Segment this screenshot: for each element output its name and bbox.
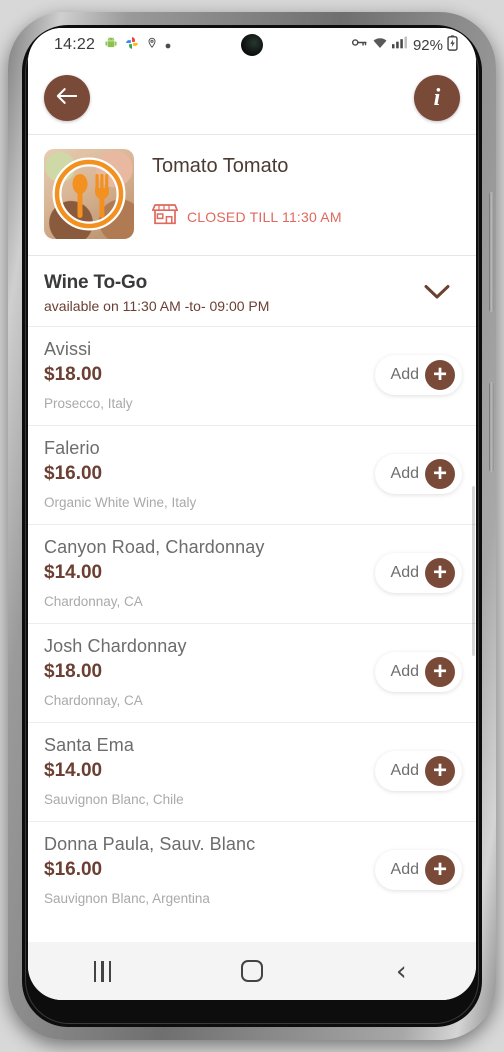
phone-screenshot: 14:22 92% i Tomato Tomato CLOSED TILL 11… [0, 0, 504, 1052]
category-title: Wine To-Go [44, 272, 148, 293]
menu-item[interactable]: Josh Chardonnay $18.00 Chardonnay, CA Ad… [28, 623, 476, 722]
menu-item-description: Sauvignon Blanc, Chile [44, 792, 184, 807]
menu-item-name: Josh Chardonnay [44, 636, 187, 656]
menu-item[interactable]: Donna Paula, Sauv. Blanc $16.00 Sauvigno… [28, 821, 476, 920]
restaurant-info: Tomato Tomato CLOSED TILL 11:30 AM [151, 149, 460, 239]
category-subtitle: available on 11:30 AM -to- 09:00 PM [44, 298, 270, 314]
add-button[interactable]: Add + [374, 751, 462, 791]
add-button-label: Add [390, 366, 419, 383]
top-action-bar: i [28, 62, 476, 134]
phone-screen: 14:22 92% i Tomato Tomato CLOSED TILL 11… [28, 28, 476, 1000]
add-button-label: Add [390, 564, 419, 581]
menu-list: Wine To-Go available on 11:30 AM -to- 09… [28, 256, 476, 920]
battery-charging-icon [447, 34, 458, 56]
add-button-label: Add [390, 663, 419, 680]
info-button[interactable]: i [414, 75, 460, 121]
battery-percent: 92% [412, 36, 443, 54]
restaurant-logo [44, 149, 134, 239]
category-texts: Wine To-Go available on 11:30 AM -to- 09… [44, 272, 424, 314]
menu-item-price: $14.00 [44, 760, 103, 781]
volume-button[interactable] [489, 192, 494, 312]
photos-icon [125, 36, 139, 55]
menu-item[interactable]: Avissi $18.00 Prosecco, Italy Add + [28, 326, 476, 425]
menu-item-name: Canyon Road, Chardonnay [44, 537, 265, 557]
menu-item-texts: Donna Paula, Sauv. Blanc $16.00 Sauvigno… [44, 834, 375, 906]
home-button[interactable] [217, 960, 287, 982]
android-nav-bar: ‹ [28, 942, 476, 1000]
menu-item-name: Avissi [44, 339, 92, 359]
category-header[interactable]: Wine To-Go available on 11:30 AM -to- 09… [28, 256, 476, 326]
menu-item-description: Chardonnay, CA [44, 693, 143, 708]
menu-item-price: $18.00 [44, 364, 103, 385]
add-button[interactable]: Add + [374, 652, 462, 692]
menu-item-name: Donna Paula, Sauv. Blanc [44, 834, 256, 854]
plus-icon[interactable]: + [425, 360, 455, 390]
chevron-down-icon[interactable] [424, 284, 450, 305]
status-right-icons: 92% [351, 34, 458, 56]
menu-item-price: $18.00 [44, 661, 103, 682]
restaurant-status-text: CLOSED TILL 11:30 AM [187, 208, 342, 225]
scrollbar-thumb[interactable] [472, 486, 475, 656]
front-camera [241, 34, 263, 56]
storefront-icon [151, 202, 179, 231]
plus-icon[interactable]: + [425, 756, 455, 786]
menu-item-description: Chardonnay, CA [44, 594, 143, 609]
status-time: 14:22 [54, 36, 96, 53]
recents-button[interactable] [68, 960, 138, 982]
info-icon: i [433, 85, 441, 111]
menu-item-texts: Josh Chardonnay $18.00 Chardonnay, CA [44, 636, 375, 708]
plus-icon[interactable]: + [425, 657, 455, 687]
back-button[interactable] [44, 75, 90, 121]
vpn-key-icon [351, 36, 368, 54]
location-pin-icon [146, 36, 158, 55]
restaurant-status: CLOSED TILL 11:30 AM [151, 202, 460, 231]
add-button-label: Add [390, 465, 419, 482]
add-button[interactable]: Add + [374, 454, 462, 494]
restaurant-name: Tomato Tomato [152, 155, 289, 177]
menu-item[interactable]: Santa Ema $14.00 Sauvignon Blanc, Chile … [28, 722, 476, 821]
wifi-icon [372, 36, 388, 54]
add-button[interactable]: Add + [374, 553, 462, 593]
add-button-label: Add [390, 762, 419, 779]
menu-item-price: $16.00 [44, 859, 103, 880]
plus-icon[interactable]: + [425, 855, 455, 885]
home-icon [240, 960, 263, 982]
power-button[interactable] [489, 382, 494, 472]
add-button[interactable]: Add + [374, 850, 462, 890]
add-button[interactable]: Add + [374, 355, 462, 395]
menu-item-name: Santa Ema [44, 735, 134, 755]
recents-icon [93, 960, 112, 982]
menu-item-name: Falerio [44, 438, 100, 458]
menu-item-price: $16.00 [44, 463, 103, 484]
plus-icon[interactable]: + [425, 558, 455, 588]
status-left-icons [104, 36, 171, 55]
plus-icon[interactable]: + [425, 459, 455, 489]
signal-icon [391, 36, 407, 54]
menu-item-texts: Canyon Road, Chardonnay $14.00 Chardonna… [44, 537, 375, 609]
menu-item-texts: Santa Ema $14.00 Sauvignon Blanc, Chile [44, 735, 375, 807]
back-nav-button[interactable]: ‹ [366, 958, 436, 985]
restaurant-header: Tomato Tomato CLOSED TILL 11:30 AM [28, 135, 476, 255]
menu-item-description: Sauvignon Blanc, Argentina [44, 891, 210, 906]
dot-icon [165, 36, 171, 54]
menu-item-texts: Avissi $18.00 Prosecco, Italy [44, 339, 375, 411]
android-icon [104, 36, 118, 55]
back-arrow-icon [56, 87, 78, 110]
back-icon: ‹ [395, 955, 407, 987]
add-button-label: Add [390, 861, 419, 878]
menu-item[interactable]: Canyon Road, Chardonnay $14.00 Chardonna… [28, 524, 476, 623]
menu-item-texts: Falerio $16.00 Organic White Wine, Italy [44, 438, 375, 510]
menu-item-price: $14.00 [44, 562, 103, 583]
status-bar: 14:22 92% [28, 28, 476, 62]
menu-item[interactable]: Falerio $16.00 Organic White Wine, Italy… [28, 425, 476, 524]
menu-item-description: Organic White Wine, Italy [44, 495, 197, 510]
menu-item-description: Prosecco, Italy [44, 396, 133, 411]
